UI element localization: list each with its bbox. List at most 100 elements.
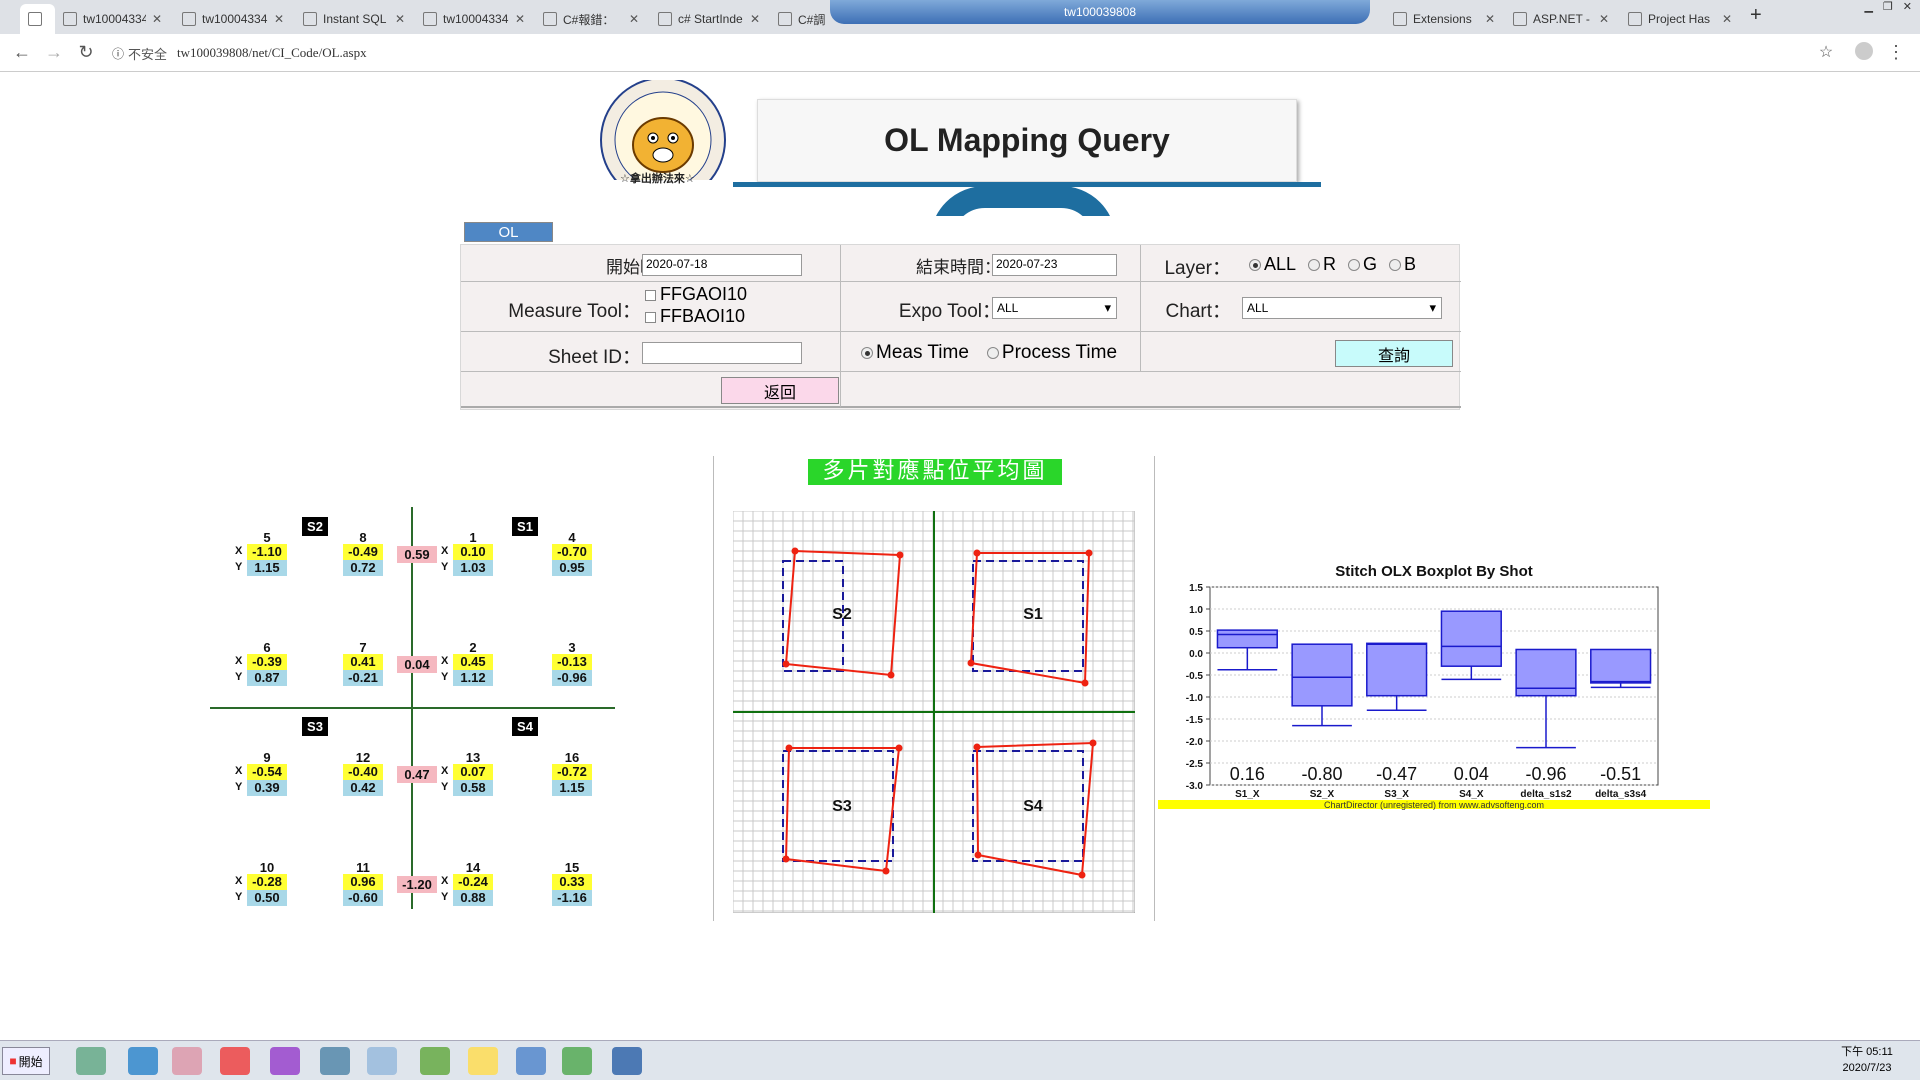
radio-meas-time[interactable]: Meas Time [861, 342, 969, 364]
taskbar-app-icon[interactable] [516, 1047, 546, 1075]
layer-option-label: R [1323, 254, 1337, 274]
clock-time: 下午 05:11 [1841, 1046, 1893, 1058]
taskbar-app-icon[interactable] [270, 1047, 300, 1075]
point-x-value: 0.45 [453, 654, 493, 670]
query-button[interactable]: 查詢 [1335, 340, 1453, 367]
layer-radio-all[interactable]: ALL [1249, 254, 1296, 275]
x-axis-letter: X [235, 875, 243, 887]
tab-close-icon[interactable]: ✕ [750, 12, 760, 26]
corner-point [1089, 739, 1097, 747]
chart-select[interactable]: ALL [1242, 297, 1442, 319]
forward-arrow-icon[interactable]: → [42, 42, 66, 63]
address-bar-row: ← → ↻ ⓘ 不安全 tw100039808/net/CI_Code/OL.a… [0, 34, 1920, 72]
stitch-mapping-grid: 5 -1.10 1.15 X Y 8 -0.49 0.72 1 0.10 1.03 X Y 4 -0.70 0… [210, 505, 615, 915]
taskbar-app-icon[interactable] [367, 1047, 397, 1075]
expo-tool-select[interactable]: ALL [992, 297, 1117, 319]
window-controls[interactable]: ▁ ❐ ✕ [1822, 0, 1918, 16]
profile-icon[interactable] [1852, 42, 1876, 65]
tab-favicon-icon [1393, 12, 1407, 26]
measure-tool-checkbox-ffbaoi10[interactable]: FFBAOI10 [645, 306, 745, 327]
browser-tab[interactable]: Project Has ✕ [1620, 4, 1740, 34]
browser-tab[interactable]: tw10004334 ✕ [174, 4, 292, 34]
layer-radio-r[interactable]: R [1308, 254, 1336, 275]
taskbar-app-icon[interactable] [612, 1047, 642, 1075]
measure-option-label: FFBAOI10 [660, 306, 746, 326]
point-y-value: 1.12 [453, 670, 493, 686]
tab-close-icon[interactable]: ✕ [1485, 12, 1495, 26]
reload-icon[interactable]: ↻ [74, 42, 98, 63]
browser-tab[interactable]: tw10004334 ✕ [415, 4, 533, 34]
tab-close-icon[interactable]: ✕ [1722, 12, 1732, 26]
x-tick-label: S4_X [1459, 789, 1484, 800]
measure-tool-checkbox-ffgaoi10[interactable]: FFGAOI10 [645, 284, 747, 305]
point-number: 6 [263, 640, 271, 655]
corner-point [882, 867, 890, 875]
corner-point [967, 659, 975, 667]
close-icon[interactable]: ✕ [1903, 0, 1912, 16]
tab-favicon-icon [658, 12, 672, 26]
x-axis-letter: X [235, 545, 243, 557]
tab-close-icon[interactable]: ✕ [515, 12, 525, 26]
y-tick-label: -3.0 [1186, 781, 1204, 792]
taskbar-app-icon[interactable] [320, 1047, 350, 1075]
browser-tab[interactable] [20, 4, 55, 34]
url-field[interactable]: ⓘ 不安全 tw100039808/net/CI_Code/OL.aspx [112, 39, 1842, 67]
menu-kebab-icon[interactable]: ⋮ [1884, 42, 1908, 63]
minimize-icon[interactable]: ▁ [1864, 0, 1872, 16]
browser-tab[interactable]: c# StartInde ✕ [650, 4, 768, 34]
point-x-value: -0.13 [552, 654, 592, 670]
y-axis-letter: Y [441, 561, 449, 573]
taskbar-clock[interactable]: 下午 05:11 2020/7/23 [1832, 1044, 1902, 1076]
browser-tab[interactable]: Extensions ✕ [1385, 4, 1503, 34]
plot-area [1209, 586, 1659, 786]
tab-close-icon[interactable]: ✕ [152, 12, 162, 26]
remote-session-bar[interactable]: tw100039808 [830, 0, 1370, 24]
back-arrow-icon[interactable]: ← [10, 42, 34, 63]
browser-tab[interactable]: C#報錯： ✕ [535, 4, 647, 34]
tab-close-icon[interactable]: ✕ [274, 12, 284, 26]
taskbar-app-icon[interactable] [76, 1047, 106, 1075]
layer-radio-g[interactable]: G [1348, 254, 1377, 275]
browser-tab[interactable]: ASP.NET - ✕ [1505, 4, 1617, 34]
new-tab-button[interactable]: + [1750, 4, 1762, 27]
taskbar-app-icon[interactable] [172, 1047, 202, 1075]
taskbar-app-icon[interactable] [220, 1047, 250, 1075]
tab-close-icon[interactable]: ✕ [1599, 12, 1609, 26]
tab-ol[interactable]: OL [464, 222, 553, 242]
title-arch-decoration [930, 186, 1116, 216]
layer-radio-b[interactable]: B [1389, 254, 1416, 275]
radio-selected-icon [861, 346, 873, 359]
radio-process-time[interactable]: Process Time [986, 342, 1117, 364]
layer-option-label: G [1363, 254, 1378, 274]
page-title: OL Mapping Query [757, 99, 1297, 182]
taskbar-app-icon[interactable] [420, 1047, 450, 1075]
point-x-value: -0.40 [343, 764, 383, 780]
sheet-id-input[interactable] [642, 342, 802, 364]
shot-tag: S2 [302, 517, 328, 536]
start-button[interactable]: ■ 開始 [2, 1047, 50, 1075]
windows-taskbar: ■ 開始 下午 05:11 2020/7/23 [0, 1040, 1920, 1080]
tab-close-icon[interactable]: ✕ [395, 12, 405, 26]
taskbar-app-icon[interactable] [128, 1047, 158, 1075]
shot-label: S4 [1023, 798, 1043, 815]
browser-tab[interactable]: tw10004334 ✕ [55, 4, 170, 34]
taskbar-app-icon[interactable] [468, 1047, 498, 1075]
restore-icon[interactable]: ❐ [1883, 0, 1893, 16]
tab-favicon-icon [1628, 12, 1642, 26]
browser-tab[interactable]: Instant SQL ✕ [295, 4, 413, 34]
corner-point [887, 671, 895, 679]
tab-close-icon[interactable]: ✕ [629, 12, 639, 26]
box [1291, 643, 1353, 707]
box [1216, 629, 1278, 649]
start-date-input[interactable]: 2020-07-18 [642, 254, 802, 276]
point-y-value: 1.03 [453, 560, 493, 576]
corner-point [973, 549, 981, 557]
point-y-value: -1.16 [552, 890, 592, 906]
back-button[interactable]: 返回 [721, 377, 839, 404]
x-tick-label: delta_s1s2 [1520, 789, 1572, 800]
end-date-input[interactable]: 2020-07-23 [992, 254, 1117, 276]
point-y-value: -0.96 [552, 670, 592, 686]
start-label: 開始 [18, 1054, 43, 1069]
taskbar-app-icon[interactable] [562, 1047, 592, 1075]
bookmark-star-icon[interactable]: ☆ [1814, 42, 1838, 62]
